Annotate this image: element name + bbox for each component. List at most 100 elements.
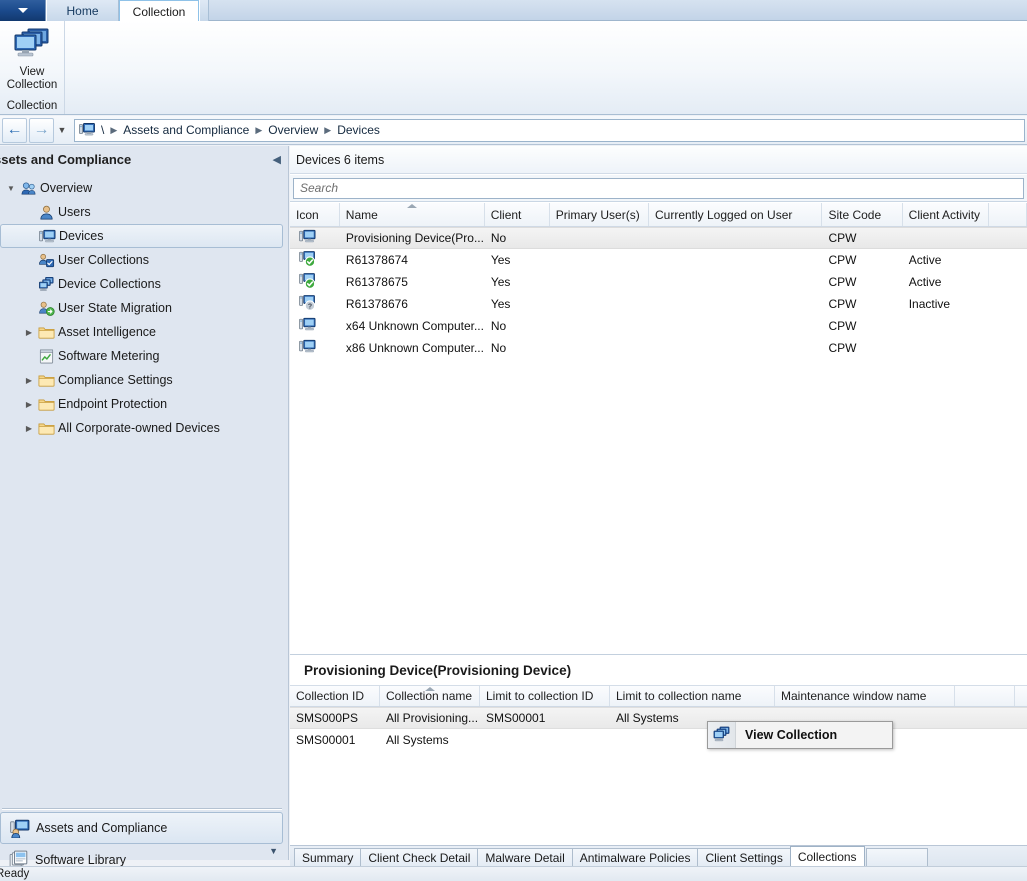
row-icon-cell [290,250,340,270]
view-collection-button[interactable]: View Collection [0,23,64,93]
ribbon-tab-home[interactable]: Home [46,0,119,21]
chevron-down-icon[interactable]: ▼ [4,184,18,193]
breadcrumb-item-3[interactable]: Devices [333,123,384,137]
column-header-primary-user-s-[interactable]: Primary User(s) [550,203,649,226]
table-row[interactable]: x86 Unknown Computer...NoCPW [290,337,1027,359]
ribbon-tab-collection[interactable]: Collection [119,0,199,22]
chevron-right-icon[interactable]: ▶ [22,400,36,409]
tab-summary[interactable]: Summary [294,848,361,867]
tab-client-check-detail[interactable]: Client Check Detail [360,848,478,867]
tab-collections[interactable]: Collections [790,846,865,867]
cell-client-activity: Active [903,253,989,267]
workspace-more-button[interactable]: ▼ [269,846,278,856]
status-bar: Ready [0,866,1027,881]
chevron-right-icon[interactable]: ▶ [22,424,36,433]
detail-column-header-limit-to-collection-name[interactable]: Limit to collection name [610,686,775,706]
ribbon-tab-collection-label: Collection [133,5,186,19]
column-header-name[interactable]: Name [340,203,485,226]
column-header-icon[interactable]: Icon [290,203,340,226]
sidebar-item-label: All Corporate-owned Devices [58,421,220,435]
cell-client: No [485,319,550,333]
column-header-site-code[interactable]: Site Code [822,203,902,226]
view-collection-icon [12,27,52,64]
column-header-label: Icon [296,208,319,222]
breadcrumb-item-0[interactable]: \ [97,123,108,137]
detail-column-header-limit-to-collection-id[interactable]: Limit to collection ID [480,686,610,706]
sidebar-item-label: Devices [59,229,103,243]
cell-site-code: CPW [823,297,903,311]
sidebar-item-compliance-settings[interactable]: ▶Compliance Settings [0,368,289,392]
tab-label: Collections [798,850,857,864]
tab-antimalware-policies[interactable]: Antimalware Policies [572,848,699,867]
tab-client-settings[interactable]: Client Settings [697,848,790,867]
recent-locations-button[interactable]: ▼ [54,118,70,143]
chevron-right-icon[interactable]: ▶ [22,328,36,337]
detail-column-header-maintenance-window-name[interactable]: Maintenance window name [775,686,955,706]
sidebar-item-all-corporate-owned-devices[interactable]: ▶ All Corporate-owned Devices [0,416,289,440]
navigate-forward-button[interactable]: → [29,118,54,143]
cell-client: Yes [485,275,550,289]
ribbon-tab-home-label: Home [66,4,98,18]
breadcrumb-item-1[interactable]: Assets and Compliance [119,123,253,137]
sidebar-item-users[interactable]: Users [0,200,289,224]
device-computer-icon [299,228,316,248]
column-header-currently-logged-on-user[interactable]: Currently Logged on User [649,203,822,226]
table-row[interactable]: SMS00001All Systems [290,729,1027,751]
column-header-blank[interactable] [989,203,1027,226]
ribbon-tab-strip: Home Collection [0,0,1027,21]
detail-column-header-blank[interactable] [955,686,1015,706]
row-icon-cell: ? [290,294,340,314]
context-menu: View Collection [707,721,893,749]
sidebar-item-software-metering[interactable]: Software Metering [0,344,289,368]
application-menu-button[interactable] [0,0,46,21]
sidebar-item-label: Device Collections [58,277,161,291]
folder-icon [36,324,56,341]
search-input[interactable]: Search [293,178,1024,199]
tab-malware-detail[interactable]: Malware Detail [477,848,572,867]
table-row[interactable]: x64 Unknown Computer...NoCPW [290,315,1027,337]
chevron-left-icon[interactable]: ◀ [273,153,281,166]
detail-column-header-label: Limit to collection ID [486,689,593,703]
sidebar-item-asset-intelligence[interactable]: ▶Asset Intelligence [0,320,289,344]
sidebar-item-user-collections[interactable]: User Collections [0,248,289,272]
breadcrumb-separator-icon: ▶ [108,125,119,136]
detail-column-header-collection-name[interactable]: Collection name [380,686,480,706]
sidebar-item-devices[interactable]: Devices [0,224,283,248]
cell-name: x86 Unknown Computer... [340,341,485,355]
context-menu-item-view-collection[interactable]: View Collection [745,728,837,742]
detail-column-header-label: Collection ID [296,689,364,703]
sidebar-item-endpoint-protection[interactable]: ▶Endpoint Protection [0,392,289,416]
collections-grid: Collection ID Collection name Limit to col… [290,685,1027,751]
sidebar-item-label: User State Migration [58,301,172,315]
breadcrumb[interactable]: \ ▶ Assets and Compliance ▶ Overview ▶ D… [74,119,1025,142]
table-row[interactable]: SMS000PSAll Provisioning...SMS00001All S… [290,707,1027,729]
workspace-item-assets-and-compliance[interactable]: Assets and Compliance [0,812,283,844]
navigation-pane-splitter[interactable] [2,808,282,810]
column-header-client-activity[interactable]: Client Activity [903,203,989,226]
row-icon-cell [290,338,340,358]
sidebar-item-user-state-migration[interactable]: User State Migration [0,296,289,320]
table-row[interactable]: R61378675YesCPWActive [290,271,1027,293]
detail-column-header-collection-id[interactable]: Collection ID [290,686,380,706]
sidebar-item-overview[interactable]: ▼Overview [0,176,289,200]
table-row[interactable]: R61378674YesCPWActive [290,249,1027,271]
ribbon-group-collection: View Collection Collection [0,21,65,114]
cell-site-code: CPW [823,275,903,289]
cell-site-code: CPW [823,253,903,267]
table-row[interactable]: Provisioning Device(Pro...NoCPW [290,227,1027,249]
column-header-client[interactable]: Client [485,203,550,226]
folder-icon [36,396,56,413]
tab-label: Client Settings [705,851,782,865]
cell-name: R61378676 [340,297,485,311]
sidebar-item-device-collections[interactable]: Device Collections [0,272,289,296]
user-icon [36,204,56,221]
table-row[interactable]: ?R61378676YesCPWInactive [290,293,1027,315]
view-collection-button-label-line1: View [20,66,45,79]
cell-limit-id: SMS00001 [480,711,610,725]
detail-column-header-label: Collection name [386,689,472,703]
navigate-back-button[interactable]: ← [2,118,27,143]
workspace-item-label: Assets and Compliance [36,821,167,835]
chevron-right-icon[interactable]: ▶ [22,376,36,385]
breadcrumb-item-2[interactable]: Overview [264,123,322,137]
folder-icon [36,372,56,389]
